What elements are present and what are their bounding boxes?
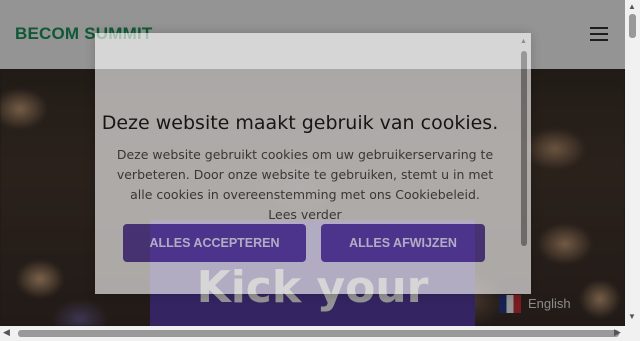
vertical-scrollbar-thumb[interactable] <box>629 14 636 38</box>
scroll-right-arrow-icon[interactable]: ▶ <box>614 327 621 338</box>
reject-all-button[interactable]: ALLES AFWIJZEN <box>321 224 485 262</box>
scroll-left-arrow-icon[interactable]: ◀ <box>3 327 10 338</box>
horizontal-scrollbar-thumb[interactable] <box>18 330 619 337</box>
cookie-dialog-title: Deze website maakt gebruik van cookies. <box>101 112 499 134</box>
cookie-consent-dialog: Deze website maakt gebruik van cookies. … <box>95 33 531 294</box>
page-horizontal-scrollbar[interactable]: ◀ ▶ <box>0 326 640 341</box>
cookie-dialog-text: Deze website gebruikt cookies om uw gebr… <box>116 147 494 222</box>
accept-all-button[interactable]: ALLES ACCEPTEREN <box>123 224 306 262</box>
dialog-scrollbar[interactable]: ▲ <box>520 38 528 246</box>
scroll-up-arrow-icon[interactable]: ▲ <box>520 38 527 45</box>
scroll-down-arrow-icon[interactable]: ▼ <box>628 312 636 321</box>
scroll-up-arrow-icon[interactable]: ▲ <box>628 2 636 11</box>
page-vertical-scrollbar[interactable]: ▲ ▼ <box>625 0 640 326</box>
dialog-scrollbar-thumb[interactable] <box>521 51 527 246</box>
